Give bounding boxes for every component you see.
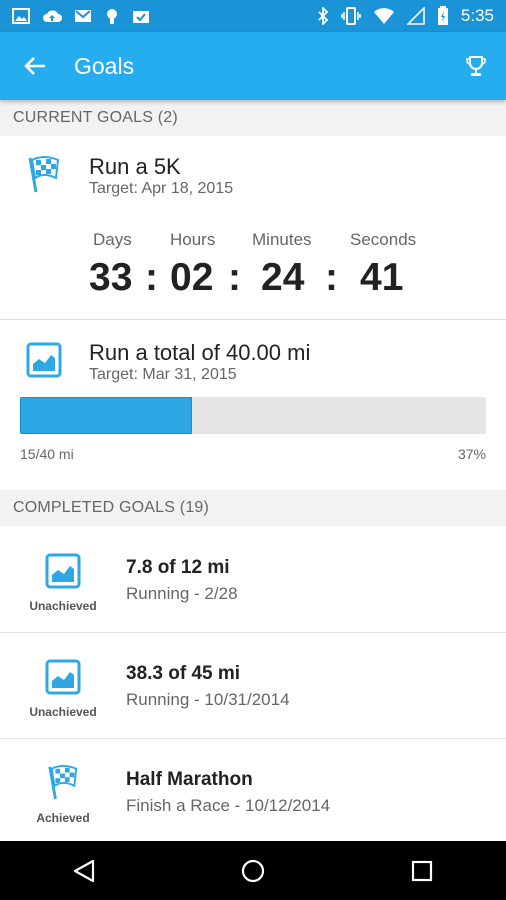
list-item[interactable]: Unachieved 38.3 of 45 mi Running - 10/31… xyxy=(0,633,506,739)
distance-progress-bar xyxy=(20,397,486,434)
goal-card-run-5k[interactable] xyxy=(0,136,506,320)
minutes-value: 24 xyxy=(261,256,305,299)
status-label: Unachieved xyxy=(29,705,97,719)
chart-icon xyxy=(26,342,62,378)
vibrate-icon xyxy=(341,7,361,25)
clock: 5:35 xyxy=(460,6,494,25)
hours-label: Hours xyxy=(170,230,216,249)
completed-goals-header: COMPLETED GOALS (19) xyxy=(0,490,506,526)
separator: : xyxy=(325,256,338,299)
chart-icon xyxy=(45,659,81,695)
days-value: 33 xyxy=(89,256,133,299)
status-label: Achieved xyxy=(36,811,90,825)
separator: : xyxy=(145,256,158,299)
battery-icon xyxy=(437,6,448,25)
list-item-title: Half Marathon xyxy=(126,769,253,790)
signal-icon xyxy=(406,7,425,25)
progress-percent: 37% xyxy=(457,446,486,462)
mail-notification-icon xyxy=(75,10,91,22)
triangle-back-icon xyxy=(74,859,95,882)
goal-target: Target: Apr 18, 2015 xyxy=(89,180,234,197)
wifi-icon xyxy=(373,8,394,24)
list-item-subtitle: Finish a Race - 10/12/2014 xyxy=(126,796,331,815)
separator: : xyxy=(228,256,241,299)
goal-title: Run a 5K xyxy=(89,154,181,179)
list-item-title: 7.8 of 12 mi xyxy=(126,557,230,578)
checkered-flag-icon xyxy=(48,765,78,800)
nav-recents-button[interactable] xyxy=(382,841,462,900)
progress-amount: 15/40 mi xyxy=(20,446,74,462)
task-notification-icon xyxy=(133,11,149,23)
list-item[interactable]: Achieved Half Marathon Finish a Race - 1… xyxy=(0,739,506,841)
goal-status-badge: Achieved xyxy=(0,739,126,845)
arrow-back-icon xyxy=(24,57,45,75)
status-bar: 5:35 xyxy=(0,0,506,32)
nav-back-button[interactable] xyxy=(44,841,124,900)
list-item-subtitle: Running - 10/31/2014 xyxy=(126,690,290,709)
goal-target: Target: Mar 31, 2015 xyxy=(89,366,237,383)
minutes-label: Minutes xyxy=(252,230,312,249)
page-title: Goals xyxy=(74,52,135,79)
hours-value: 02 xyxy=(170,256,214,299)
list-item-title: 38.3 of 45 mi xyxy=(126,663,241,684)
trophy-button[interactable] xyxy=(446,32,506,100)
app-bar: Goals xyxy=(0,32,506,100)
seconds-value: 41 xyxy=(360,256,404,299)
trophy-icon xyxy=(466,56,486,76)
days-label: Days xyxy=(93,230,132,249)
chart-icon xyxy=(45,553,81,589)
goal-title: Run a total of 40.00 mi xyxy=(89,340,311,365)
list-item[interactable]: Unachieved 7.8 of 12 mi Running - 2/28 xyxy=(0,527,506,633)
gallery-notification-icon xyxy=(12,8,30,24)
back-button[interactable] xyxy=(0,32,70,100)
status-label: Unachieved xyxy=(29,599,97,613)
upload-notification-icon xyxy=(43,10,62,22)
goal-status-badge: Unachieved xyxy=(0,527,126,633)
list-item-subtitle: Running - 2/28 xyxy=(126,584,238,603)
progress-fill xyxy=(20,397,193,434)
bluetooth-icon xyxy=(318,7,329,25)
current-goals-header: CURRENT GOALS (2) xyxy=(0,100,506,136)
navigation-bar xyxy=(0,841,506,900)
circle-home-icon xyxy=(241,859,265,882)
seconds-label: Seconds xyxy=(350,230,417,249)
checkered-flag-icon xyxy=(28,156,60,193)
nav-home-button[interactable] xyxy=(213,841,293,900)
android-notification-icon xyxy=(107,9,117,24)
goal-status-badge: Unachieved xyxy=(0,633,126,739)
square-recents-icon xyxy=(411,860,432,881)
